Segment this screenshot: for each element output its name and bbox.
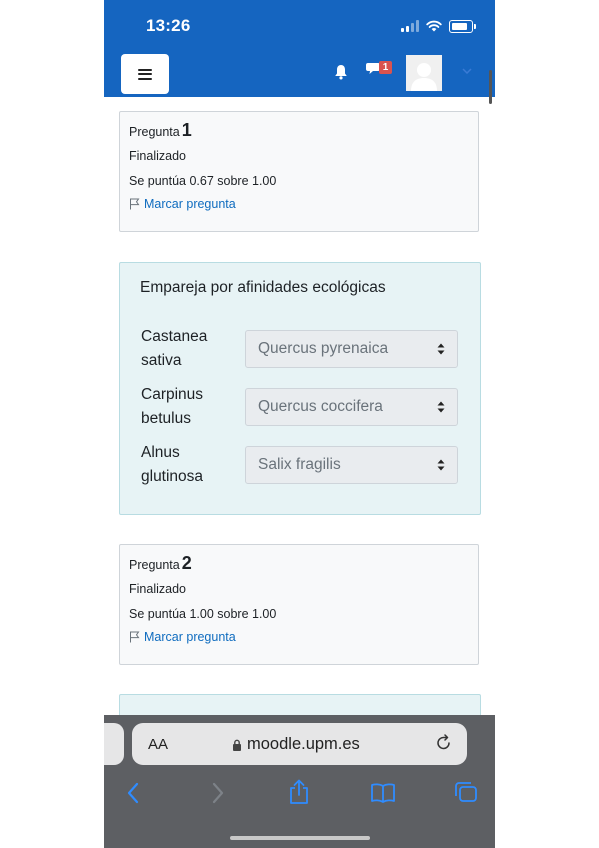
answer-select[interactable]: Quercus pyrenaica — [245, 330, 458, 368]
question-grade: Se puntúa 0.67 sobre 1.00 — [129, 174, 277, 188]
hamburger-icon — [138, 68, 152, 80]
match-label: Alnus glutinosa — [141, 444, 204, 485]
answer-select[interactable]: Salix fragilis — [245, 446, 458, 484]
text-size-button[interactable]: AA — [148, 736, 168, 753]
flag-icon — [130, 198, 140, 210]
match-row: Alnus glutinosa Salix fragilis — [141, 441, 461, 489]
question-number: 1 — [181, 120, 192, 140]
match-row: Carpinus betulus Quercus coccifera — [141, 383, 461, 431]
navbar: 13:26 1 — [104, 0, 495, 97]
lock-icon — [233, 739, 241, 751]
share-icon[interactable] — [288, 779, 310, 805]
question-text: Empareja por afinidades ecológicas — [140, 279, 386, 296]
chevron-down-icon[interactable] — [462, 68, 472, 74]
previous-tab-pill[interactable] — [104, 723, 124, 765]
question-state: Finalizado — [129, 149, 186, 163]
match-label: Castanea sativa — [141, 328, 208, 369]
question-heading: Pregunta 2 — [129, 553, 192, 573]
question-state: Finalizado — [129, 582, 186, 596]
phone-screen: 13:26 1 Pregunta 1 Finalizado Se puntúa … — [104, 0, 495, 848]
notification-badge: 1 — [379, 61, 392, 74]
select-arrows-icon — [437, 459, 445, 471]
flag-icon — [130, 631, 140, 643]
battery-icon — [449, 19, 476, 33]
question-content: Empareja por afinidades ecológicas Casta… — [119, 262, 481, 515]
status-time: 13:26 — [146, 16, 191, 35]
scrollbar[interactable] — [489, 70, 492, 104]
signal-icon — [401, 20, 419, 32]
back-icon[interactable] — [126, 782, 140, 804]
select-arrows-icon — [437, 343, 445, 355]
bookmarks-icon[interactable] — [370, 783, 396, 803]
question-number: 2 — [181, 553, 192, 573]
reload-icon[interactable] — [435, 734, 453, 752]
question-info-1: Pregunta 1 Finalizado Se puntúa 0.67 sobr… — [119, 111, 479, 232]
answer-select[interactable]: Quercus coccifera — [245, 388, 458, 426]
select-arrows-icon — [437, 401, 445, 413]
menu-button[interactable] — [121, 54, 169, 94]
address-bar[interactable]: AA moodle.upm.es — [132, 723, 467, 765]
bell-icon[interactable] — [334, 64, 348, 80]
question-heading: Pregunta 1 — [129, 120, 192, 140]
flag-question-link[interactable]: Marcar pregunta — [129, 630, 469, 644]
wifi-icon — [426, 20, 442, 32]
match-label: Carpinus betulus — [141, 386, 204, 427]
forward-icon[interactable] — [211, 782, 225, 804]
avatar[interactable] — [406, 55, 442, 91]
browser-toolbar: AA moodle.upm.es — [104, 715, 495, 848]
tabs-icon[interactable] — [454, 781, 478, 803]
status-icons — [401, 17, 476, 35]
match-row: Castanea sativa Quercus pyrenaica — [141, 325, 461, 373]
home-indicator — [230, 836, 370, 840]
user-icon — [411, 63, 437, 91]
flag-question-link[interactable]: Marcar pregunta — [129, 197, 469, 211]
question-grade: Se puntúa 1.00 sobre 1.00 — [129, 607, 277, 621]
question-info-2: Pregunta 2 Finalizado Se puntúa 1.00 sobr… — [119, 544, 479, 665]
url-display[interactable]: moodle.upm.es — [232, 735, 360, 754]
